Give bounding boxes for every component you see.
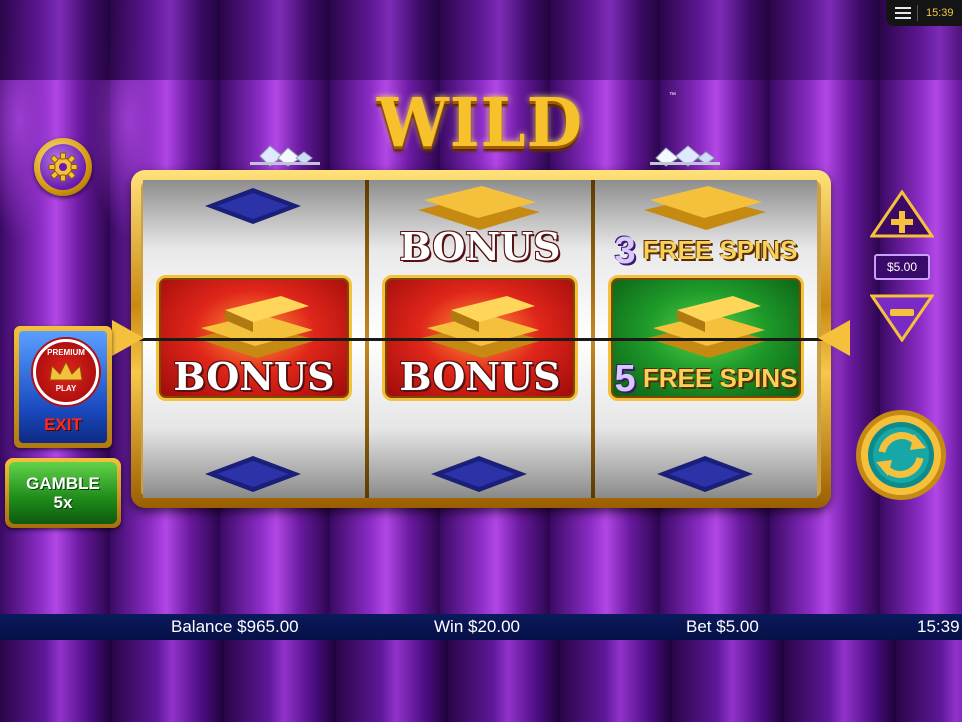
gold-bars-icon bbox=[195, 296, 317, 358]
gold-bars-icon bbox=[647, 296, 769, 358]
free-spins-text: FREE SPINS bbox=[642, 235, 798, 265]
spin-button[interactable] bbox=[852, 408, 950, 502]
curtain-top bbox=[0, 0, 962, 80]
status-bar: Balance $965.00 Win $20.00 Bet $5.00 15:… bbox=[0, 614, 962, 640]
bonus-label: BONUS bbox=[399, 224, 561, 269]
diamond-symbol bbox=[657, 456, 753, 492]
payline bbox=[138, 338, 828, 341]
win-display: Win $20.00 bbox=[434, 617, 520, 636]
increase-bet-button[interactable] bbox=[870, 190, 934, 240]
gamble-label: GAMBLE bbox=[26, 474, 100, 493]
payline-arrow-left-icon bbox=[112, 320, 144, 356]
gold-bars-icon bbox=[418, 186, 540, 230]
trademark: ™ bbox=[669, 92, 676, 99]
clock: 15:39 bbox=[926, 7, 954, 19]
diamond-symbol bbox=[205, 456, 301, 492]
bonus-label: BONUS bbox=[399, 354, 561, 399]
premium-play-badge: PREMIUM PLAY bbox=[33, 339, 99, 405]
gold-bars-icon bbox=[644, 186, 766, 230]
diamonds-icon bbox=[250, 145, 320, 167]
bonus-label: BONUS bbox=[173, 354, 335, 399]
free-spins-symbol-partial: 3 FREE SPINS bbox=[608, 180, 804, 276]
free-spins-label: 5 FREE SPINS bbox=[611, 358, 801, 401]
free-spins-count: 3 bbox=[614, 230, 636, 272]
free-spins-text: FREE SPINS bbox=[642, 363, 798, 393]
top-menu[interactable]: 15:39 bbox=[886, 0, 962, 26]
game-stage: 15:39 WILD FEVER ™ bbox=[0, 0, 962, 722]
exit-label: EXIT bbox=[44, 415, 82, 434]
diamonds-icon bbox=[650, 145, 720, 167]
curtain-bottom bbox=[0, 640, 962, 722]
balance-display: Balance $965.00 bbox=[171, 617, 299, 636]
gear-icon bbox=[48, 152, 78, 182]
premium-badge-bottom: PLAY bbox=[55, 384, 77, 393]
settings-button-face bbox=[40, 144, 86, 190]
payline-arrow-right-icon bbox=[818, 320, 850, 356]
minus-icon bbox=[870, 294, 934, 342]
divider bbox=[917, 5, 918, 21]
diamond-symbol bbox=[431, 456, 527, 492]
hamburger-icon[interactable] bbox=[895, 7, 911, 19]
exit-button-face: PREMIUM PLAY EXIT bbox=[19, 331, 107, 443]
status-clock: 15:39 bbox=[917, 617, 960, 636]
free-spins-label: 3 FREE SPINS bbox=[608, 230, 804, 273]
plus-icon bbox=[870, 190, 934, 238]
crown-icon bbox=[49, 360, 83, 381]
bonus-symbol-partial: BONUS bbox=[382, 180, 578, 276]
gold-bars-icon bbox=[421, 296, 543, 358]
bet-display: Bet $5.00 bbox=[686, 617, 759, 636]
premium-badge-top: PREMIUM bbox=[47, 348, 85, 357]
settings-button[interactable] bbox=[34, 138, 92, 196]
spin-icon bbox=[856, 410, 946, 500]
gamble-button-face: GAMBLE 5x bbox=[9, 462, 117, 524]
free-spins-count: 5 bbox=[614, 358, 636, 400]
gamble-button[interactable]: GAMBLE 5x bbox=[5, 458, 121, 528]
game-logo: WILD FEVER ™ bbox=[240, 84, 720, 247]
diamond-symbol bbox=[205, 188, 301, 224]
decrease-bet-button[interactable] bbox=[870, 292, 934, 342]
exit-premium-play-button[interactable]: PREMIUM PLAY EXIT bbox=[14, 326, 112, 448]
gamble-multiplier: 5x bbox=[53, 493, 73, 512]
bet-amount-display: $5.00 bbox=[874, 254, 930, 280]
